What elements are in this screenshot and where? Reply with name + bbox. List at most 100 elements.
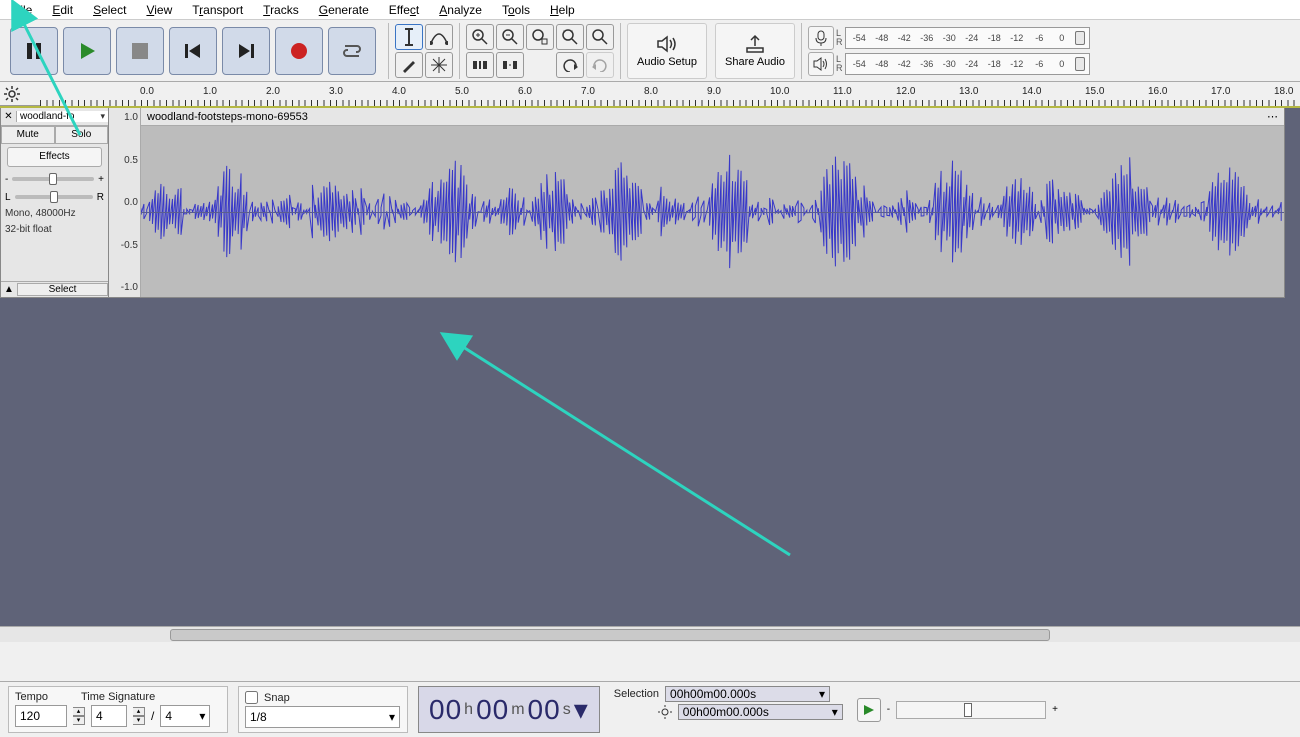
zoom-tools-group: [462, 20, 618, 82]
menu-edit[interactable]: Edit: [43, 2, 82, 18]
tempo-timesig-group: Tempo Time Signature 120 ▴▾ 4 ▴▾ / 4▾: [8, 686, 228, 733]
menu-analyze[interactable]: Analyze: [430, 2, 491, 18]
track-format-line1: Mono, 48000Hz: [1, 206, 108, 222]
transport-group: [0, 21, 386, 81]
fit-selection-button[interactable]: [526, 24, 554, 50]
menu-generate[interactable]: Generate: [310, 2, 378, 18]
menu-help[interactable]: Help: [541, 2, 584, 18]
snap-checkbox[interactable]: [245, 691, 258, 704]
status-bar: Tempo Time Signature 120 ▴▾ 4 ▴▾ / 4▾ Sn…: [0, 681, 1300, 737]
track-close-button[interactable]: ✕: [1, 111, 17, 122]
amplitude-scale: 1.0 0.5 0.0 -0.5 -1.0: [109, 108, 141, 297]
play-speed-group: - +: [857, 686, 1058, 733]
selection-start-input[interactable]: 00h00m00.000s▾: [665, 686, 830, 702]
skip-end-button[interactable]: [222, 27, 270, 75]
tempo-label: Tempo: [15, 691, 75, 703]
playback-speed-slider[interactable]: [896, 701, 1046, 719]
play-meter-button[interactable]: [808, 52, 834, 76]
gear-icon: [4, 86, 20, 102]
rec-lr-label: LR: [836, 29, 843, 47]
clip-title: woodland-footsteps-mono-69553: [147, 111, 308, 123]
play-at-speed-button[interactable]: [857, 698, 881, 722]
rec-level-slider[interactable]: [1075, 31, 1085, 45]
timesig-den-combo[interactable]: 4▾: [160, 705, 210, 727]
clip-menu-button[interactable]: ⋯: [1267, 110, 1278, 123]
upload-icon: [743, 34, 767, 54]
gain-slider-row: - +: [1, 170, 108, 188]
menu-select[interactable]: Select: [84, 2, 135, 18]
snap-group: Snap 1/8▾: [238, 686, 408, 733]
effects-button[interactable]: Effects: [7, 147, 102, 167]
record-meter-button[interactable]: [808, 26, 834, 50]
redo-button[interactable]: [586, 52, 614, 78]
audio-setup-button[interactable]: Audio Setup: [627, 23, 707, 79]
track-select-button[interactable]: Select: [17, 283, 108, 296]
microphone-icon: [814, 30, 828, 46]
track-control-panel: ✕ woodland-fo Mute Solo Effects - + L R …: [1, 108, 109, 297]
record-meter[interactable]: -54 -48 -42 -36 -30 -24 -18 -12 -6 0: [845, 27, 1090, 49]
play-level-slider[interactable]: [1075, 57, 1085, 71]
trim-button[interactable]: [466, 52, 494, 78]
snap-value-combo[interactable]: 1/8▾: [245, 706, 400, 728]
loop-button[interactable]: [328, 27, 376, 75]
timeline-settings-button[interactable]: [0, 82, 40, 106]
zoom-in-button[interactable]: [466, 24, 494, 50]
track-collapse-button[interactable]: ▲: [1, 284, 17, 295]
draw-tool[interactable]: [395, 52, 423, 78]
pan-slider-row: L R: [1, 188, 108, 206]
playback-meter[interactable]: -54 -48 -42 -36 -30 -24 -18 -12 -6 0: [845, 53, 1090, 75]
audio-track: ✕ woodland-fo Mute Solo Effects - + L R …: [0, 108, 1285, 298]
menu-tracks[interactable]: Tracks: [254, 2, 308, 18]
tempo-spinner[interactable]: ▴▾: [73, 707, 85, 725]
timesig-num-input[interactable]: 4: [91, 705, 127, 727]
track-name-dropdown[interactable]: woodland-fo: [17, 111, 108, 122]
menu-view[interactable]: View: [137, 2, 181, 18]
stop-button[interactable]: [116, 27, 164, 75]
share-audio-button[interactable]: Share Audio: [715, 23, 795, 79]
play-lr-label: LR: [836, 55, 843, 73]
clip-header[interactable]: woodland-footsteps-mono-69553 ⋯: [141, 108, 1284, 126]
silence-button[interactable]: [496, 52, 524, 78]
snap-label: Snap: [264, 692, 290, 704]
pause-button[interactable]: [10, 27, 58, 75]
zoom-out-button[interactable]: [496, 24, 524, 50]
gear-small-icon[interactable]: [658, 705, 672, 719]
speaker-icon: [655, 34, 679, 54]
fit-project-button[interactable]: [556, 24, 584, 50]
menu-tools[interactable]: Tools: [493, 2, 539, 18]
play-button[interactable]: [63, 27, 111, 75]
timeline-area: ✕ woodland-fo Mute Solo Effects - + L R …: [0, 106, 1300, 642]
share-audio-label: Share Audio: [725, 56, 785, 68]
gain-slider[interactable]: [12, 177, 94, 181]
ruler-row: 0.01.02.03.04.05.06.07.08.09.010.011.012…: [0, 82, 1300, 106]
menu-transport[interactable]: Transport: [183, 2, 252, 18]
undo-button[interactable]: [556, 52, 584, 78]
record-button[interactable]: [275, 27, 323, 75]
selection-end-input[interactable]: 00h00m00.000s▾: [678, 704, 843, 720]
mute-button[interactable]: Mute: [1, 126, 55, 144]
track-format-line2: 32-bit float: [1, 222, 108, 238]
edit-tools-group: [391, 20, 457, 82]
pan-slider[interactable]: [15, 195, 93, 199]
menu-bar: File Edit Select View Transport Tracks G…: [0, 0, 1300, 20]
menu-effect[interactable]: Effect: [380, 2, 428, 18]
timesig-label: Time Signature: [81, 691, 155, 703]
horizontal-scrollbar[interactable]: [0, 626, 1300, 642]
timesig-num-spinner[interactable]: ▴▾: [133, 707, 145, 725]
zoom-toggle-button[interactable]: [586, 24, 614, 50]
audio-setup-label: Audio Setup: [637, 56, 697, 68]
tempo-input[interactable]: 120: [15, 705, 67, 727]
waveform-area[interactable]: woodland-footsteps-mono-69553 ⋯: [141, 108, 1284, 297]
selection-label: Selection: [614, 688, 659, 700]
solo-button[interactable]: Solo: [55, 126, 109, 144]
time-ruler[interactable]: 0.01.02.03.04.05.06.07.08.09.010.011.012…: [40, 82, 1300, 106]
multi-tool[interactable]: [425, 52, 453, 78]
menu-file[interactable]: File: [4, 2, 41, 18]
skip-start-button[interactable]: [169, 27, 217, 75]
selection-group: Selection 00h00m00.000s▾ 00h00m00.000s▾: [610, 686, 847, 733]
selection-tool[interactable]: [395, 24, 423, 50]
time-position-display[interactable]: 00h 00m 00s▾: [418, 686, 600, 733]
toolbar: Audio Setup Share Audio LR -54 -48 -42 -…: [0, 20, 1300, 82]
envelope-tool[interactable]: [425, 24, 453, 50]
speaker-small-icon: [813, 57, 829, 71]
